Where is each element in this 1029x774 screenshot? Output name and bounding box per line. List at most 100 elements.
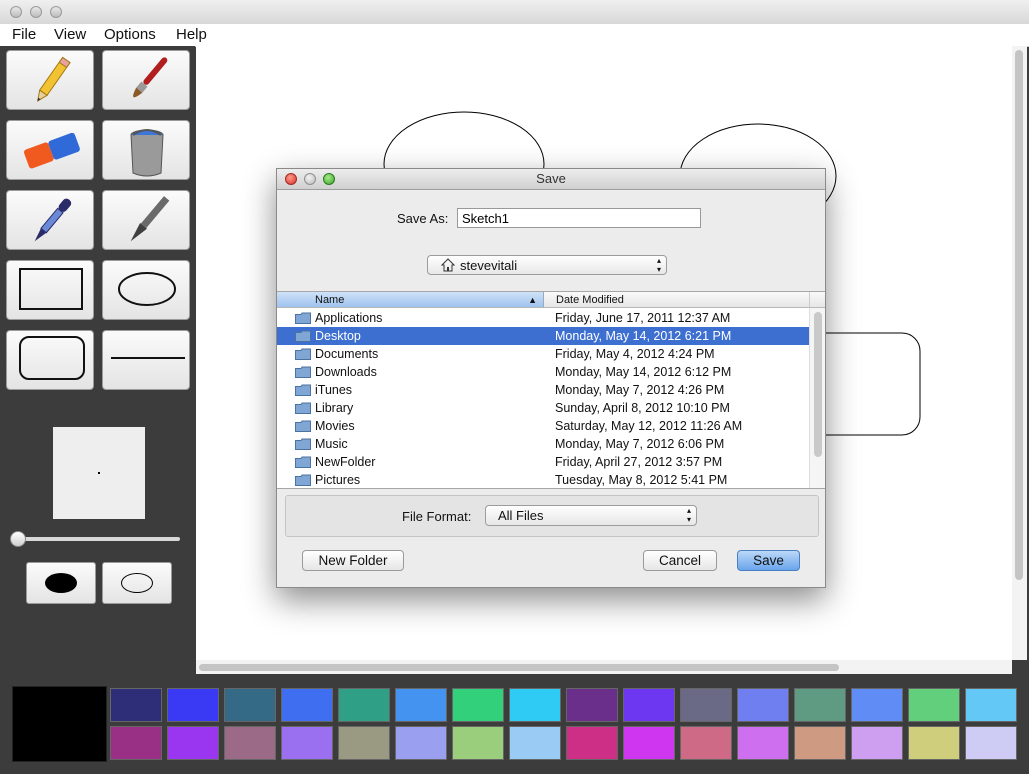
palette-swatch[interactable]: [281, 726, 333, 760]
file-format-popup[interactable]: All Files ▴ ▾: [485, 505, 697, 526]
palette-swatch[interactable]: [680, 726, 732, 760]
file-row[interactable]: Desktop Monday, May 14, 2012 6:21 PM: [277, 327, 809, 345]
palette-swatch[interactable]: [851, 726, 903, 760]
line-tool[interactable]: [102, 330, 190, 390]
new-folder-button[interactable]: New Folder: [302, 550, 404, 571]
menu-file[interactable]: File: [12, 26, 36, 43]
brush-tool[interactable]: [102, 50, 190, 110]
file-list-scroll-thumb[interactable]: [814, 312, 822, 457]
folder-icon: [295, 366, 311, 378]
slider-thumb[interactable]: [10, 531, 26, 547]
file-date: Monday, May 7, 2012 4:26 PM: [555, 383, 725, 397]
file-name: Desktop: [315, 329, 361, 343]
rectangle-tool[interactable]: [6, 260, 94, 320]
folder-icon: [295, 474, 311, 486]
close-window-button[interactable]: [10, 6, 22, 18]
brush-size-slider[interactable]: [10, 531, 180, 547]
file-row[interactable]: Applications Friday, June 17, 2011 12:37 …: [277, 309, 809, 327]
dialog-minimize-button[interactable]: [304, 173, 316, 185]
vertical-scroll-thumb[interactable]: [1015, 50, 1023, 580]
palette-swatch[interactable]: [224, 688, 276, 722]
palette-swatch[interactable]: [623, 688, 675, 722]
menu-options[interactable]: Options: [104, 26, 156, 43]
palette-swatch[interactable]: [167, 726, 219, 760]
location-popup[interactable]: stevevitali ▴ ▾: [427, 255, 667, 275]
palette-swatch[interactable]: [566, 726, 618, 760]
file-date: Monday, May 14, 2012 6:12 PM: [555, 365, 732, 379]
palette-swatch[interactable]: [224, 726, 276, 760]
rounded-rect-tool[interactable]: [6, 330, 94, 390]
palette-swatch[interactable]: [395, 726, 447, 760]
palette-swatch[interactable]: [281, 688, 333, 722]
palette-swatch[interactable]: [965, 726, 1017, 760]
palette-swatch[interactable]: [110, 726, 162, 760]
fill-tool[interactable]: [102, 120, 190, 180]
file-row[interactable]: NewFolder Friday, April 27, 2012 3:57 PM: [277, 453, 809, 471]
ellipse-tool[interactable]: [102, 260, 190, 320]
palette-swatch[interactable]: [794, 726, 846, 760]
file-row[interactable]: Downloads Monday, May 14, 2012 6:12 PM: [277, 363, 809, 381]
palette-swatch[interactable]: [110, 688, 162, 722]
menu-help[interactable]: Help: [176, 26, 207, 43]
line-icon: [111, 357, 185, 359]
palette-swatch[interactable]: [680, 688, 732, 722]
palette-swatch[interactable]: [452, 688, 504, 722]
save-as-input[interactable]: [457, 208, 701, 228]
dialog-zoom-button[interactable]: [323, 173, 335, 185]
pencil-tool[interactable]: [6, 50, 94, 110]
palette-swatch[interactable]: [737, 688, 789, 722]
file-list-scrollbar[interactable]: [809, 308, 825, 488]
palette-swatch[interactable]: [509, 688, 561, 722]
menu-view[interactable]: View: [54, 26, 86, 43]
file-name: NewFolder: [315, 455, 376, 469]
file-row[interactable]: Documents Friday, May 4, 2012 4:24 PM: [277, 345, 809, 363]
canvas-vertical-scrollbar[interactable]: [1012, 46, 1027, 660]
palette-swatch[interactable]: [908, 726, 960, 760]
palette-swatch[interactable]: [851, 688, 903, 722]
paintbrush-icon: [133, 57, 168, 98]
file-date: Saturday, May 12, 2012 11:26 AM: [555, 419, 743, 433]
cancel-button[interactable]: Cancel: [643, 550, 717, 571]
column-header-corner: [809, 292, 825, 308]
file-row[interactable]: Library Sunday, April 8, 2012 10:10 PM: [277, 399, 809, 417]
palette-swatch[interactable]: [623, 726, 675, 760]
file-row[interactable]: Pictures Tuesday, May 8, 2012 5:41 PM: [277, 471, 809, 488]
zoom-window-button[interactable]: [50, 6, 62, 18]
folder-icon: [295, 330, 311, 342]
palette-swatch[interactable]: [338, 726, 390, 760]
dialog-titlebar: Save: [277, 169, 825, 190]
file-row[interactable]: iTunes Monday, May 7, 2012 4:26 PM: [277, 381, 809, 399]
file-browser-list[interactable]: Name ▲ Date Modified Applications Friday,…: [277, 291, 825, 489]
save-button[interactable]: Save: [737, 550, 800, 571]
toolbox: [0, 46, 195, 686]
palette-swatch[interactable]: [509, 726, 561, 760]
palette-swatch[interactable]: [737, 726, 789, 760]
dialog-close-button[interactable]: [285, 173, 297, 185]
column-header-name[interactable]: Name ▲: [277, 292, 544, 308]
palette-swatch[interactable]: [566, 688, 618, 722]
file-date: Monday, May 14, 2012 6:21 PM: [555, 329, 732, 343]
outline-shape-button[interactable]: [102, 562, 172, 604]
palette-swatch[interactable]: [395, 688, 447, 722]
minimize-window-button[interactable]: [30, 6, 42, 18]
file-row[interactable]: Movies Saturday, May 12, 2012 11:26 AM: [277, 417, 809, 435]
file-row[interactable]: Music Monday, May 7, 2012 6:06 PM: [277, 435, 809, 453]
palette-swatch[interactable]: [908, 688, 960, 722]
menubar: File View Options Help: [0, 24, 1029, 47]
palette-swatch[interactable]: [794, 688, 846, 722]
file-format-label: File Format:: [402, 509, 472, 524]
palette-swatch[interactable]: [452, 726, 504, 760]
filled-ellipse-icon: [45, 573, 77, 593]
file-name: Applications: [315, 311, 383, 325]
filled-shape-button[interactable]: [26, 562, 96, 604]
pen-tool[interactable]: [102, 190, 190, 250]
outline-ellipse-icon: [121, 573, 153, 593]
eraser-tool[interactable]: [6, 120, 94, 180]
eyedropper-tool[interactable]: [6, 190, 94, 250]
column-header-date[interactable]: Date Modified: [544, 292, 809, 308]
horizontal-scroll-thumb[interactable]: [199, 664, 839, 671]
palette-swatch[interactable]: [167, 688, 219, 722]
palette-swatch[interactable]: [965, 688, 1017, 722]
palette-swatch[interactable]: [338, 688, 390, 722]
canvas-horizontal-scrollbar[interactable]: [196, 660, 1012, 674]
